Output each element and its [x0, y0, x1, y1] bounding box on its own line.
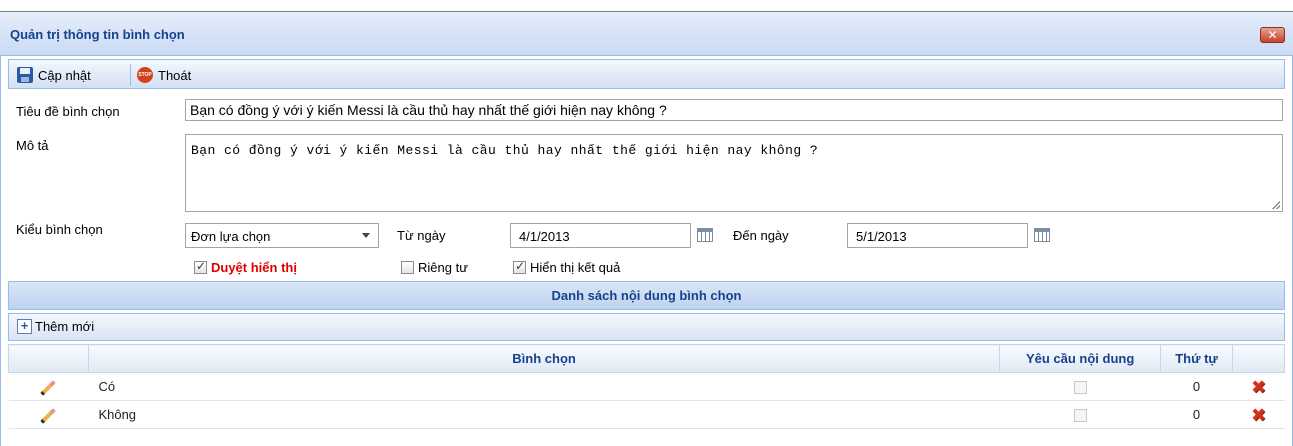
- close-button[interactable]: ✕: [1260, 27, 1285, 43]
- exit-button-label: Thoát: [158, 67, 192, 83]
- add-new-label: Thêm mới: [35, 319, 95, 334]
- title-label: Tiêu đề bình chọn: [16, 104, 120, 119]
- from-date-label: Từ ngày: [397, 228, 446, 243]
- chevron-down-icon[interactable]: [362, 233, 370, 238]
- resize-grip-icon[interactable]: [1272, 201, 1280, 209]
- private-label: Riêng tư: [418, 259, 468, 275]
- option-order: 0: [1160, 372, 1233, 401]
- delete-icon[interactable]: ✖: [1251, 378, 1266, 396]
- show-result-checkbox[interactable]: [513, 259, 526, 274]
- from-date-input[interactable]: 4/1/2013: [510, 223, 691, 248]
- calendar-icon[interactable]: [1034, 228, 1050, 242]
- private-checkbox-row[interactable]: Riêng tư: [401, 259, 468, 275]
- grid-toolbar: + Thêm mới: [8, 313, 1285, 341]
- exit-button[interactable]: STOP Thoát: [137, 65, 191, 85]
- options-grid: Bình chọn Yêu cầu nội dung Thứ tự Có 0 ✖…: [8, 344, 1285, 429]
- grid-header-row: Bình chọn Yêu cầu nội dung Thứ tự: [8, 344, 1285, 373]
- delete-icon[interactable]: ✖: [1251, 406, 1266, 424]
- approve-label: Duyệt hiển thị: [211, 259, 297, 275]
- type-select-value: Đơn lựa chọn: [191, 229, 271, 244]
- table-row: Có 0 ✖: [8, 372, 1285, 401]
- update-button-label: Cập nhật: [38, 67, 91, 83]
- approve-checkbox[interactable]: [194, 259, 207, 274]
- require-content-column-header[interactable]: Yêu cầu nội dung: [999, 344, 1162, 373]
- option-name: Không: [88, 400, 1000, 429]
- type-select[interactable]: Đơn lựa chọn: [185, 223, 379, 248]
- edit-column-header: [8, 344, 89, 373]
- pencil-icon[interactable]: [40, 407, 57, 424]
- plus-icon: +: [17, 319, 32, 334]
- require-content-checkbox[interactable]: [1073, 381, 1087, 395]
- option-name: Có: [88, 372, 1000, 401]
- to-date-input[interactable]: 5/1/2013: [847, 223, 1028, 248]
- description-textarea[interactable]: Bạn có đồng ý với ý kiến Messi là cầu th…: [185, 134, 1283, 212]
- options-section-header: Danh sách nội dung bình chọn: [8, 281, 1285, 310]
- to-date-label: Đến ngày: [733, 228, 789, 243]
- delete-column-header: [1232, 344, 1285, 373]
- dialog-title: Quản trị thông tin bình chọn: [10, 27, 185, 42]
- order-column-header[interactable]: Thứ tự: [1160, 344, 1233, 373]
- pencil-icon[interactable]: [40, 379, 57, 396]
- show-result-checkbox-row[interactable]: Hiển thị kết quả: [513, 259, 620, 275]
- require-content-checkbox[interactable]: [1073, 409, 1087, 423]
- stop-icon: STOP: [137, 67, 153, 83]
- close-icon: ✕: [1267, 28, 1278, 42]
- add-new-button[interactable]: + Thêm mới: [17, 319, 94, 334]
- save-icon: [17, 67, 33, 83]
- main-toolbar: Cập nhật STOP Thoát: [8, 59, 1285, 89]
- dialog-titlebar: Quản trị thông tin bình chọn ✕: [0, 12, 1293, 56]
- table-row: Không 0 ✖: [8, 400, 1285, 429]
- show-result-label: Hiển thị kết quả: [530, 259, 621, 275]
- toolbar-separator: [130, 64, 131, 86]
- private-checkbox[interactable]: [401, 260, 414, 274]
- description-text: Bạn có đồng ý với ý kiến Messi là cầu th…: [191, 143, 819, 158]
- top-strip: [0, 0, 1293, 12]
- type-label: Kiểu bình chọn: [16, 222, 103, 237]
- title-input[interactable]: Bạn có đồng ý với ý kiến Messi là cầu th…: [185, 99, 1283, 121]
- approve-checkbox-row[interactable]: Duyệt hiển thị: [194, 259, 297, 275]
- update-button[interactable]: Cập nhật: [17, 65, 91, 85]
- option-column-header[interactable]: Bình chọn: [87, 344, 1001, 373]
- option-order: 0: [1160, 400, 1233, 429]
- description-label: Mô tả: [16, 138, 49, 153]
- calendar-icon[interactable]: [697, 228, 713, 242]
